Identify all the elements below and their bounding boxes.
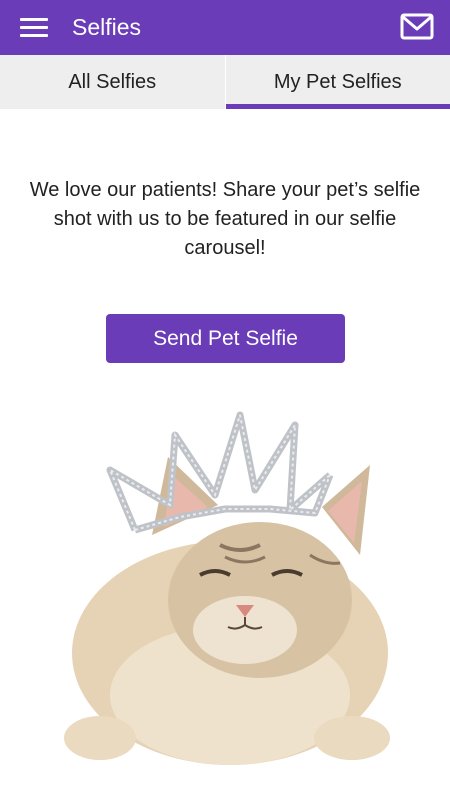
- tab-my-pet-selfies[interactable]: My Pet Selfies: [225, 55, 450, 109]
- tab-all-selfies[interactable]: All Selfies: [0, 55, 226, 109]
- tab-bar: All Selfies My Pet Selfies: [0, 55, 450, 109]
- hamburger-menu-icon[interactable]: [20, 18, 48, 38]
- envelope-icon[interactable]: [400, 12, 434, 42]
- send-pet-selfie-button[interactable]: Send Pet Selfie: [106, 314, 345, 363]
- page-title: Selfies: [72, 14, 142, 40]
- cat-with-crown-image: [64, 411, 390, 765]
- intro-text: We love our patients! Share your pet’s s…: [29, 179, 421, 259]
- app-bar: Selfies: [0, 0, 450, 55]
